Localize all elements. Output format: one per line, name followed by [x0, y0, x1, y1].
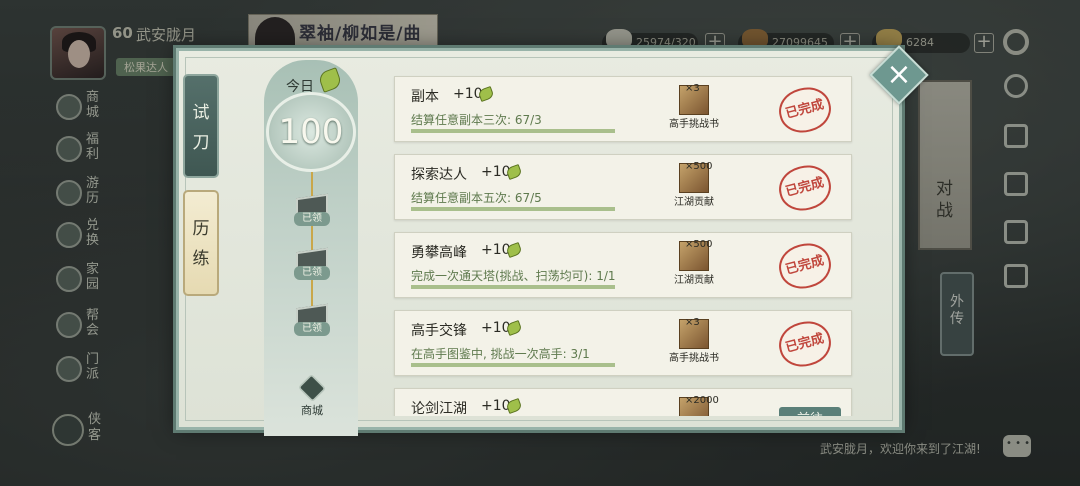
task-name: 副本 — [411, 89, 439, 105]
item-name: 高手挑战书 — [669, 353, 719, 364]
tab-lilian[interactable]: 历练 — [183, 190, 219, 296]
dialog-shop-button[interactable]: 商城 — [292, 373, 332, 418]
task-desc: 结算任意副本三次: 67/3 — [411, 113, 542, 127]
task-desc: 完成一次通天塔(挑战、扫荡均可): 1/1 — [411, 269, 616, 283]
chest-status: 已领 — [294, 322, 330, 336]
chest-status: 已领 — [294, 212, 330, 226]
reward-chest-2[interactable]: 已领 — [290, 247, 334, 280]
task-progress-bar — [411, 363, 615, 367]
task-name: 高手交锋 — [411, 323, 467, 339]
task-row: 探索达人 +10 结算任意副本五次: 67/5 ×500 江湖贡献 已完成 — [394, 154, 852, 220]
tab-shidao[interactable]: 试刀 — [183, 74, 219, 178]
item-qty: ×500 — [685, 239, 713, 250]
reward-chest-1[interactable]: 已领 — [290, 193, 334, 226]
shop-icon — [297, 373, 327, 403]
progress-line — [311, 172, 313, 322]
item-qty: ×3 — [685, 317, 700, 328]
task-desc: 在高手图鉴中, 挑战一次高手: 3/1 — [411, 347, 590, 361]
today-score: 100 — [278, 112, 344, 152]
reward-chest-3[interactable]: 已领 — [290, 303, 334, 336]
completed-stamp: 已完成 — [774, 316, 836, 372]
task-row: 论剑江湖 +10 ×2000 前往 — [394, 388, 852, 416]
task-row: 副本 +10 结算任意副本三次: 67/3 ×3 高手挑战书 已完成 — [394, 76, 852, 142]
goto-button[interactable]: 前往 — [779, 407, 841, 416]
completed-stamp: 已完成 — [774, 82, 836, 138]
item-name: 江湖贡献 — [674, 275, 714, 286]
item-qty: ×2000 — [685, 395, 719, 406]
task-name: 勇攀高峰 — [411, 245, 467, 261]
item-name: 江湖贡献 — [674, 197, 714, 208]
dialog-shop-label: 商城 — [301, 404, 323, 417]
completed-stamp: 已完成 — [774, 160, 836, 216]
task-progress-bar — [411, 285, 615, 289]
task-name: 论剑江湖 — [411, 401, 467, 416]
tab-shidao-label: 试刀 — [192, 103, 210, 153]
tab-lilian-label: 历练 — [192, 219, 210, 269]
task-list[interactable]: 副本 +10 结算任意副本三次: 67/3 ×3 高手挑战书 已完成 探索达人 … — [390, 70, 856, 416]
task-row: 高手交锋 +10 在高手图鉴中, 挑战一次高手: 3/1 ×3 高手挑战书 已完… — [394, 310, 852, 376]
task-progress-bar — [411, 129, 615, 133]
task-progress-bar — [411, 207, 615, 211]
chest-status: 已领 — [294, 266, 330, 280]
task-desc: 结算任意副本五次: 67/5 — [411, 191, 542, 205]
completed-stamp: 已完成 — [774, 238, 836, 294]
item-name: 高手挑战书 — [669, 119, 719, 130]
item-qty: ×500 — [685, 161, 713, 172]
task-name: 探索达人 — [411, 167, 467, 183]
item-qty: ×3 — [685, 83, 700, 94]
today-score-ring: 100 — [266, 92, 358, 172]
close-icon: × — [886, 57, 912, 92]
task-row: 勇攀高峰 +10 完成一次通天塔(挑战、扫荡均可): 1/1 ×500 江湖贡献… — [394, 232, 852, 298]
